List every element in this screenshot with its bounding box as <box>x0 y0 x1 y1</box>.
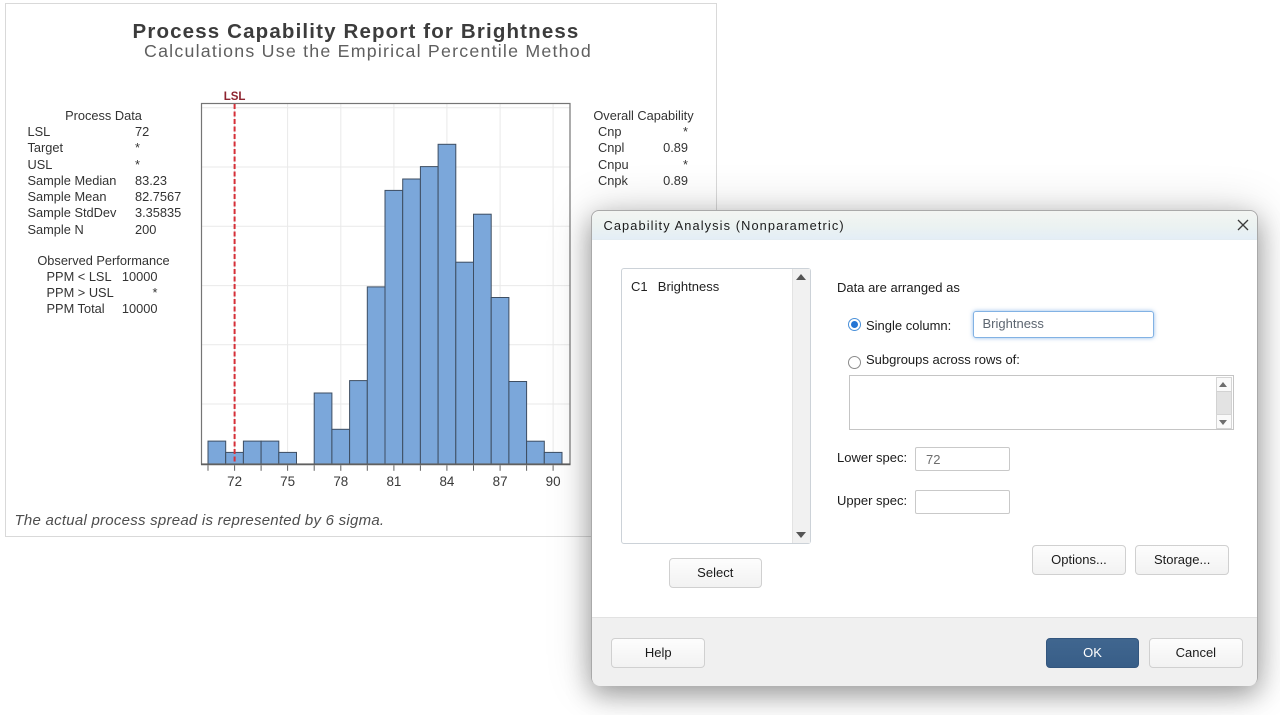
svg-text:87: 87 <box>493 474 508 489</box>
svg-text:72: 72 <box>227 474 242 489</box>
svg-text:90: 90 <box>546 474 561 489</box>
svg-text:LSL: LSL <box>224 91 246 103</box>
svg-text:75: 75 <box>280 474 295 489</box>
svg-text:78: 78 <box>333 474 348 489</box>
svg-text:81: 81 <box>386 474 401 489</box>
svg-text:84: 84 <box>439 474 454 489</box>
